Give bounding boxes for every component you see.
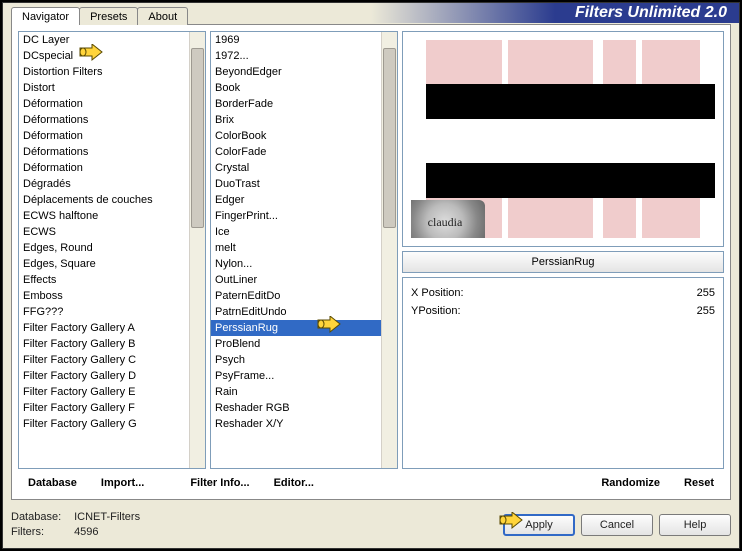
category-item[interactable]: Déformation [19,96,189,112]
filter-item[interactable]: Psych [211,352,381,368]
category-item[interactable]: Emboss [19,288,189,304]
category-item[interactable]: Déformation [19,160,189,176]
category-scrollbar[interactable] [189,32,205,468]
filter-item[interactable]: Edger [211,192,381,208]
category-item[interactable]: Effects [19,272,189,288]
filter-item[interactable]: Ice [211,224,381,240]
category-list[interactable]: DC LayerDCspecialDistortion FiltersDisto… [18,31,206,469]
filter-item[interactable]: ColorBook [211,128,381,144]
database-button[interactable]: Database [18,475,87,491]
filter-list[interactable]: 19691972...BeyondEdgerBookBorderFadeBrix… [210,31,398,469]
filter-item[interactable]: Book [211,80,381,96]
filter-item[interactable]: Brix [211,112,381,128]
reset-button[interactable]: Reset [674,475,724,491]
category-item[interactable]: Déformations [19,144,189,160]
slider-xposition[interactable]: X Position: 255 [411,284,715,302]
filter-item[interactable]: Nylon... [211,256,381,272]
filter-item[interactable]: Reshader RGB [211,400,381,416]
filter-item[interactable]: BeyondEdger [211,64,381,80]
filter-item[interactable]: 1969 [211,32,381,48]
watermark: claudia [411,200,485,238]
filter-item[interactable]: Crystal [211,160,381,176]
category-item[interactable]: Filter Factory Gallery E [19,384,189,400]
category-item[interactable]: ECWS halftone [19,208,189,224]
category-item[interactable]: Filter Factory Gallery C [19,352,189,368]
category-item[interactable]: Filter Factory Gallery D [19,368,189,384]
help-button[interactable]: Help [659,514,731,536]
category-item[interactable]: Déplacements de couches [19,192,189,208]
app-title: Filters Unlimited 2.0 [575,4,727,22]
category-item[interactable]: ECWS [19,224,189,240]
filter-item[interactable]: ProBlend [211,336,381,352]
filter-info-button[interactable]: Filter Info... [180,475,259,491]
filter-item[interactable]: Rain [211,384,381,400]
category-item[interactable]: DCspecial [19,48,189,64]
preview-area: claudia [402,31,724,247]
category-item[interactable]: Edges, Square [19,256,189,272]
filter-item[interactable]: 1972... [211,48,381,64]
filter-item[interactable]: PaternEditDo [211,288,381,304]
filter-item[interactable]: Reshader X/Y [211,416,381,432]
filter-item[interactable]: OutLiner [211,272,381,288]
category-item[interactable]: Filter Factory Gallery B [19,336,189,352]
category-item[interactable]: Filter Factory Gallery F [19,400,189,416]
slider-label: X Position: [411,287,464,299]
category-item[interactable]: Distort [19,80,189,96]
current-filter-name: PerssianRug [402,251,724,273]
category-item[interactable]: Edges, Round [19,240,189,256]
category-item[interactable]: Dégradés [19,176,189,192]
editor-button[interactable]: Editor... [264,475,324,491]
tab-about[interactable]: About [137,7,188,25]
category-item[interactable]: FFG??? [19,304,189,320]
status-info: Database: ICNET-Filters Filters: 4596 [11,510,140,540]
filter-item[interactable]: PerssianRug [211,320,381,336]
category-item[interactable]: Filter Factory Gallery A [19,320,189,336]
filter-scrollbar[interactable] [381,32,397,468]
randomize-button[interactable]: Randomize [591,475,670,491]
tab-presets[interactable]: Presets [79,7,138,25]
filter-item[interactable]: melt [211,240,381,256]
category-item[interactable]: Déformations [19,112,189,128]
category-item[interactable]: DC Layer [19,32,189,48]
filter-item[interactable]: ColorFade [211,144,381,160]
slider-value: 255 [697,305,715,317]
filter-item[interactable]: FingerPrint... [211,208,381,224]
apply-button[interactable]: Apply [503,514,575,536]
slider-yposition[interactable]: YPosition: 255 [411,302,715,320]
slider-label: YPosition: [411,305,461,317]
category-item[interactable]: Distortion Filters [19,64,189,80]
tab-navigator[interactable]: Navigator [11,7,80,25]
cancel-button[interactable]: Cancel [581,514,653,536]
import-button[interactable]: Import... [91,475,154,491]
category-item[interactable]: Déformation [19,128,189,144]
filter-item[interactable]: PatrnEditUndo [211,304,381,320]
slider-value: 255 [697,287,715,299]
parameters-panel: X Position: 255 YPosition: 255 [402,277,724,469]
filter-item[interactable]: PsyFrame... [211,368,381,384]
category-item[interactable]: Filter Factory Gallery G [19,416,189,432]
filter-item[interactable]: BorderFade [211,96,381,112]
filter-item[interactable]: DuoTrast [211,176,381,192]
